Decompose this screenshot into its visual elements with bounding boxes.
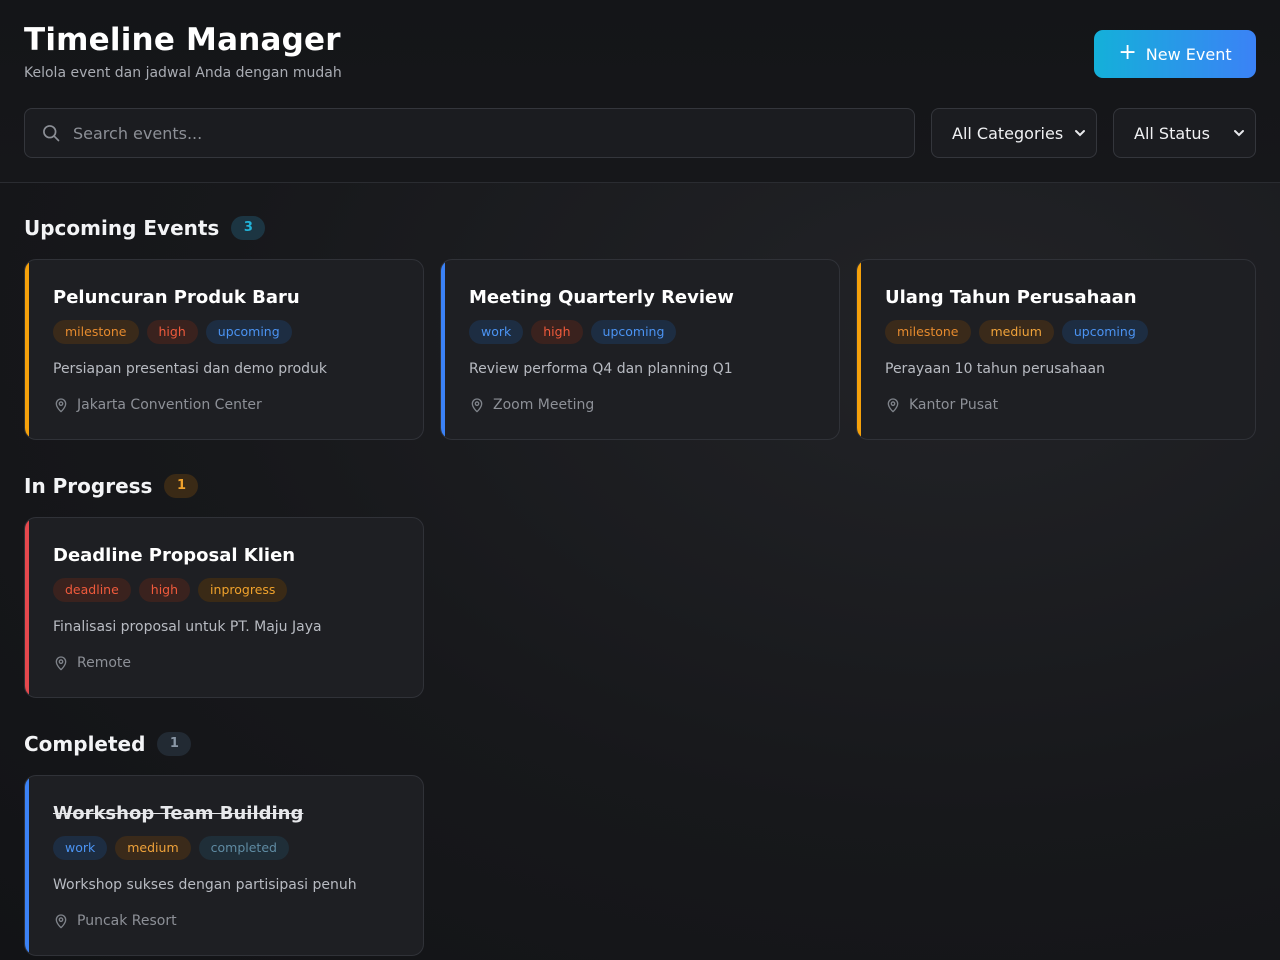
event-card[interactable]: Meeting Quarterly Review work high upcoming…	[440, 259, 840, 440]
new-event-label: New Event	[1145, 44, 1232, 64]
count-badge: 1	[157, 732, 192, 756]
map-pin-icon	[887, 398, 899, 413]
event-location-text: Jakarta Convention Center	[77, 397, 262, 413]
event-card[interactable]: Peluncuran Produk Baru milestone high upcom…	[24, 259, 424, 440]
event-location: Kantor Pusat	[885, 397, 998, 413]
event-location: Puncak Resort	[53, 913, 177, 929]
status-filter-value: All Status	[1134, 123, 1210, 143]
event-description: Review performa Q4 dan planning Q1	[469, 361, 733, 377]
event-location-text: Puncak Resort	[77, 913, 177, 929]
status-tag: completed	[198, 836, 289, 860]
event-tags: deadline high inprogress	[53, 578, 288, 602]
event-tags: milestone medium upcoming	[885, 320, 1148, 344]
event-card[interactable]: Ulang Tahun Perusahaan milestone medium upc…	[856, 259, 1256, 440]
section-heading-upcoming: Upcoming Events 3	[24, 216, 266, 240]
map-pin-icon	[55, 914, 67, 929]
section-title: Completed	[24, 732, 146, 756]
chevron-down-icon	[1075, 130, 1085, 137]
event-location: Jakarta Convention Center	[53, 397, 262, 413]
status-tag: inprogress	[198, 578, 288, 602]
page-subtitle: Kelola event dan jadwal Anda dengan muda…	[24, 65, 342, 81]
event-title: Peluncuran Produk Baru	[53, 287, 300, 308]
category-tag: deadline	[53, 578, 131, 602]
priority-tag: high	[146, 320, 198, 344]
priority-tag: medium	[978, 320, 1054, 344]
event-description: Persiapan presentasi dan demo produk	[53, 361, 328, 377]
app-header: Timeline Manager Kelola event dan jadwal…	[0, 0, 1280, 183]
event-location-text: Zoom Meeting	[493, 397, 595, 413]
category-tag: milestone	[885, 320, 971, 344]
status-filter-select[interactable]: All Status	[1113, 108, 1256, 158]
category-filter-value: All Categories	[952, 123, 1064, 143]
event-tags: work high upcoming	[469, 320, 677, 344]
section-heading-in-progress: In Progress 1	[24, 474, 199, 498]
count-badge: 1	[164, 474, 199, 498]
search-icon	[43, 125, 60, 142]
status-tag: upcoming	[1061, 320, 1148, 344]
event-location-text: Kantor Pusat	[909, 397, 999, 413]
event-title: Deadline Proposal Klien	[53, 545, 296, 566]
event-title: Ulang Tahun Perusahaan	[885, 287, 1137, 308]
page-title: Timeline Manager	[24, 22, 341, 58]
event-description: Finalisasi proposal untuk PT. Maju Jaya	[53, 619, 322, 635]
event-card[interactable]: Deadline Proposal Klien deadline high inpro…	[24, 517, 424, 698]
section-title: Upcoming Events	[24, 216, 220, 240]
status-tag: upcoming	[205, 320, 292, 344]
plus-icon: +	[1118, 40, 1137, 65]
search-box[interactable]	[24, 108, 915, 158]
status-tag: upcoming	[590, 320, 677, 344]
chevron-down-icon	[1234, 130, 1244, 137]
category-tag: work	[53, 836, 108, 860]
count-badge: 3	[231, 216, 266, 240]
event-tags: work medium completed	[53, 836, 289, 860]
event-location-text: Remote	[77, 655, 132, 671]
event-description: Perayaan 10 tahun perusahaan	[885, 361, 1105, 377]
event-location: Remote	[53, 655, 131, 671]
map-pin-icon	[55, 398, 67, 413]
event-title: Meeting Quarterly Review	[469, 287, 734, 308]
event-card[interactable]: Workshop Team Building work medium complete…	[24, 775, 424, 956]
event-location: Zoom Meeting	[469, 397, 594, 413]
category-tag: work	[469, 320, 524, 344]
map-pin-icon	[471, 398, 483, 413]
event-description: Workshop sukses dengan partisipasi penuh	[53, 877, 357, 893]
priority-tag: medium	[115, 836, 191, 860]
section-heading-completed: Completed 1	[24, 732, 192, 756]
section-title: In Progress	[24, 474, 153, 498]
event-title: Workshop Team Building	[53, 803, 304, 824]
priority-tag: high	[138, 578, 191, 602]
category-tag: milestone	[53, 320, 139, 344]
search-input[interactable]	[73, 109, 914, 157]
priority-tag: high	[531, 320, 583, 344]
new-event-button[interactable]: + New Event	[1094, 30, 1256, 78]
category-filter-select[interactable]: All Categories	[931, 108, 1097, 158]
map-pin-icon	[55, 656, 67, 671]
event-tags: milestone high upcoming	[53, 320, 292, 344]
